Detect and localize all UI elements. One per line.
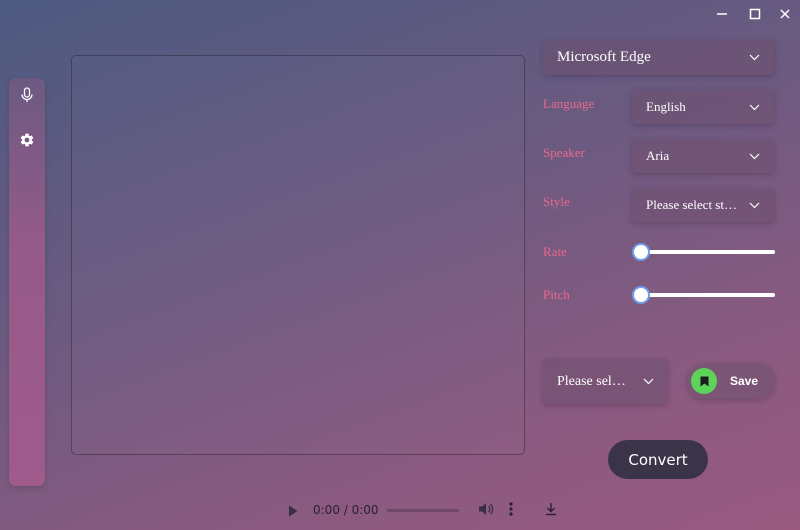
close-icon: [780, 9, 790, 19]
maximize-button[interactable]: [744, 4, 766, 24]
format-select[interactable]: Please sel…: [543, 359, 668, 404]
chevron-down-icon: [749, 104, 760, 111]
play-icon: [289, 505, 298, 517]
volume-icon: [479, 503, 494, 515]
more-options-button[interactable]: [509, 502, 519, 518]
speaker-select[interactable]: Aria: [632, 139, 774, 173]
close-button[interactable]: [774, 4, 796, 24]
pitch-label: Pitch: [543, 287, 570, 302]
chevron-down-icon: [643, 378, 654, 385]
play-button[interactable]: [288, 504, 302, 518]
bookmark-icon: [691, 368, 717, 394]
style-select-value: Please select st…: [646, 197, 737, 212]
sidebar-item-settings[interactable]: [9, 123, 45, 157]
save-button-label: Save: [730, 374, 759, 388]
gear-icon: [20, 133, 34, 147]
convert-button-label: Convert: [628, 450, 688, 469]
language-select[interactable]: English: [632, 90, 774, 124]
style-label: Style: [543, 194, 570, 209]
rate-slider-thumb[interactable]: [632, 243, 650, 261]
chevron-down-icon: [749, 153, 760, 160]
text-input[interactable]: [71, 55, 525, 455]
speaker-label: Speaker: [543, 145, 585, 160]
rate-slider-track[interactable]: [640, 250, 775, 254]
volume-button[interactable]: [478, 502, 496, 518]
download-button[interactable]: [544, 502, 560, 518]
engine-select-value: Microsoft Edge: [557, 49, 651, 65]
engine-select[interactable]: Microsoft Edge: [543, 40, 774, 75]
rate-label: Rate: [543, 244, 567, 259]
pitch-slider-track[interactable]: [640, 293, 775, 297]
microphone-icon: [21, 87, 33, 102]
player-time: 0:00 / 0:00: [313, 503, 379, 517]
pitch-slider-thumb[interactable]: [632, 286, 650, 304]
format-select-value: Please sel…: [557, 373, 626, 389]
chevron-down-icon: [749, 202, 760, 209]
maximize-icon: [749, 8, 761, 20]
convert-button[interactable]: Convert: [608, 440, 708, 479]
download-icon: [546, 503, 556, 516]
style-select[interactable]: Please select st…: [632, 188, 774, 222]
language-select-value: English: [646, 99, 686, 114]
minimize-icon: [717, 13, 727, 15]
sidebar-item-tts[interactable]: [9, 78, 45, 112]
chevron-down-icon: [749, 54, 760, 61]
save-button[interactable]: Save: [687, 363, 775, 399]
sidebar: [9, 78, 45, 486]
speaker-select-value: Aria: [646, 148, 670, 163]
player-progress[interactable]: [387, 509, 459, 512]
more-vertical-icon: [509, 502, 513, 516]
language-label: Language: [543, 96, 595, 111]
minimize-button[interactable]: [711, 4, 733, 24]
